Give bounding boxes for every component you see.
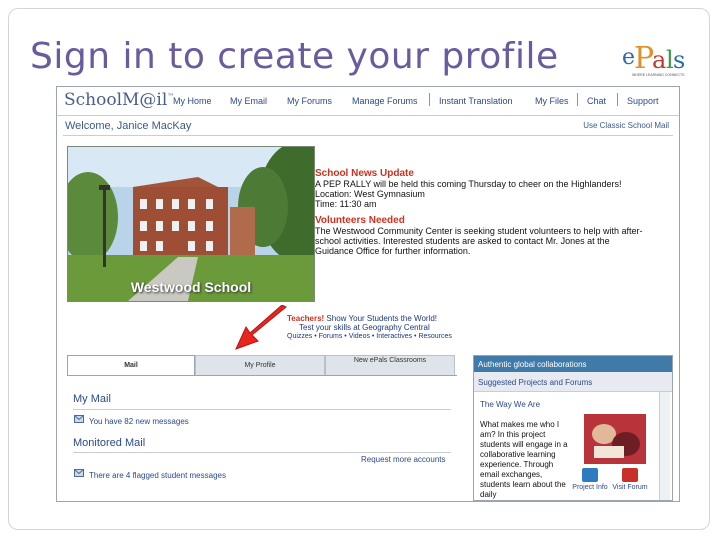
volunteers-line: school activities. Interested students a… — [315, 236, 610, 246]
school-photo-image — [68, 147, 314, 301]
project-description: What makes me who I am? In this project … — [480, 420, 568, 499]
news-line: A PEP RALLY will be held this coming Thu… — [315, 179, 622, 189]
nav-my-home[interactable]: My Home — [173, 96, 212, 106]
visit-forum-button[interactable]: Visit Forum — [612, 468, 648, 491]
monitored-mail-title: Monitored Mail — [73, 437, 146, 449]
nav-instant-translation[interactable]: Instant Translation — [439, 96, 513, 106]
section-divider — [73, 409, 451, 410]
mail-tabs: Mail My Profile New ePals Classrooms — [67, 355, 457, 376]
my-mail-title: My Mail — [73, 393, 111, 405]
pointer-arrow-icon — [235, 305, 287, 350]
forum-icon — [622, 468, 638, 482]
tab-my-profile[interactable]: My Profile — [195, 355, 325, 375]
volunteers-title: Volunteers Needed — [315, 215, 405, 226]
welcome-text: Welcome, Janice MacKay — [65, 120, 192, 132]
news-title: School News Update — [315, 168, 414, 179]
info-icon — [582, 468, 598, 482]
nav-my-email[interactable]: My Email — [230, 96, 267, 106]
project-image — [584, 414, 646, 464]
teachers-promo[interactable]: Teachers! Show Your Students the World! … — [287, 314, 452, 341]
teachers-resources: Quizzes • Forums • Videos • Interactives… — [287, 333, 452, 340]
nav-separator — [429, 93, 430, 106]
collaborations-header: Authentic global collaborations — [474, 356, 672, 372]
suggested-projects-header: Suggested Projects and Forums — [474, 372, 672, 392]
svg-text:s: s — [673, 46, 685, 74]
app-navbar: SchoolM@il™ My Home My Email My Forums M… — [57, 87, 679, 116]
epals-logo: e P a l s WHERE LEARNING CONNECTS — [622, 41, 685, 77]
section-divider — [73, 452, 451, 453]
news-panel: School News Update A PEP RALLY will be h… — [315, 168, 643, 257]
nav-chat[interactable]: Chat — [587, 96, 606, 106]
teachers-heading: Teachers! — [287, 314, 325, 323]
slide-title: Sign in to create your profile — [30, 36, 559, 77]
teachers-link[interactable]: Test your skills at Geography Central — [287, 323, 452, 332]
project-info-label: Project Info — [572, 484, 608, 491]
volunteers-line: The Westwood Community Center is seeking… — [315, 226, 643, 236]
nav-manage-forums[interactable]: Manage Forums — [352, 96, 418, 106]
svg-text:a: a — [652, 46, 666, 74]
tab-new-classrooms[interactable]: New ePals Classrooms — [325, 355, 455, 375]
envelope-icon — [74, 415, 84, 423]
mail-panel: My Mail You have 82 new messages Monitor… — [67, 375, 457, 501]
flagged-messages-link[interactable]: There are 4 flagged student messages — [89, 471, 226, 480]
project-photo — [584, 414, 646, 464]
request-accounts-link[interactable]: Request more accounts — [361, 455, 446, 464]
volunteers-line: Guidance Office for further information. — [315, 246, 471, 256]
header-divider — [63, 135, 673, 136]
new-messages-link[interactable]: You have 82 new messages — [89, 417, 189, 426]
classic-mail-link[interactable]: Use Classic School Mail — [583, 121, 669, 130]
nav-my-files[interactable]: My Files — [535, 96, 569, 106]
envelope-icon — [74, 469, 84, 477]
teachers-tagline: Show Your Students the World! — [324, 314, 438, 323]
school-name-label: Westwood School — [130, 279, 252, 295]
schoolmail-logo[interactable]: SchoolM@il™ — [64, 90, 174, 110]
project-link[interactable]: The Way We Are — [480, 400, 540, 409]
nav-my-forums[interactable]: My Forums — [287, 96, 332, 106]
nav-support[interactable]: Support — [627, 96, 659, 106]
school-photo: Westwood School — [67, 146, 315, 302]
epals-tagline: WHERE LEARNING CONNECTS — [632, 73, 685, 77]
visit-forum-label: Visit Forum — [612, 484, 648, 491]
schoolmail-screenshot: SchoolM@il™ My Home My Email My Forums M… — [56, 86, 680, 502]
nav-separator — [617, 93, 618, 106]
tab-mail[interactable]: Mail — [67, 355, 195, 375]
collaborations-panel: Authentic global collaborations Suggeste… — [473, 355, 673, 501]
nav-separator — [577, 93, 578, 106]
panel-scrollbar[interactable] — [659, 392, 670, 500]
project-info-button[interactable]: Project Info — [572, 468, 608, 491]
news-line: Time: 11:30 am — [315, 199, 377, 209]
news-line: Location: West Gymnasium — [315, 189, 425, 199]
